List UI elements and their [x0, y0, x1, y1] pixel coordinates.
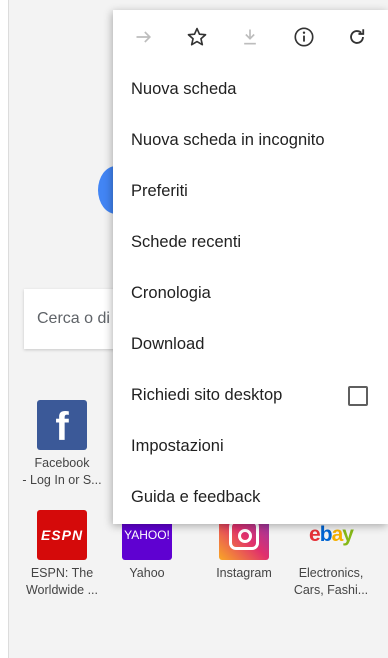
refresh-icon[interactable] [342, 22, 372, 52]
tile-label: Yahoo [129, 566, 165, 580]
tile-label: ESPN: The [30, 566, 94, 580]
menu-toolbar [113, 10, 388, 64]
menu-item-downloads[interactable]: Download [113, 319, 388, 370]
most-visited-tile-facebook[interactable]: f Facebook - Log In or S... [14, 400, 110, 489]
tile-label: - Log In or S... [22, 473, 102, 487]
menu-item-label: Cronologia [131, 284, 211, 302]
download-icon[interactable] [235, 22, 265, 52]
menu-item-label: Impostazioni [131, 437, 224, 455]
menu-item-request-desktop-site[interactable]: Richiedi sito desktop [113, 370, 388, 421]
yahoo-logo-text: YAHOO! [124, 528, 170, 542]
menu-item-new-incognito-tab[interactable]: Nuova scheda in incognito [113, 115, 388, 166]
menu-item-help-feedback[interactable]: Guida e feedback [113, 472, 388, 523]
menu-item-recent-tabs[interactable]: Schede recenti [113, 217, 388, 268]
facebook-icon: f [37, 400, 87, 450]
menu-item-new-tab[interactable]: Nuova scheda [113, 64, 388, 115]
star-icon[interactable] [182, 22, 212, 52]
info-icon[interactable] [289, 22, 319, 52]
espn-logo-text: ESPN [40, 527, 84, 543]
menu-item-label: Richiedi sito desktop [131, 386, 283, 404]
menu-item-history[interactable]: Cronologia [113, 268, 388, 319]
menu-item-settings[interactable]: Impostazioni [113, 421, 388, 472]
most-visited-tile-espn[interactable]: ESPN ESPN: The Worldwide ... [14, 510, 110, 599]
tile-label: Electronics, [298, 566, 364, 580]
menu-item-label: Download [131, 335, 205, 353]
tile-label: Instagram [216, 566, 272, 580]
menu-item-label: Schede recenti [131, 233, 242, 251]
menu-item-bookmarks[interactable]: Preferiti [113, 166, 388, 217]
forward-arrow-icon[interactable] [129, 22, 159, 52]
espn-icon: ESPN [37, 510, 87, 560]
menu-item-label: Nuova scheda in incognito [131, 131, 325, 149]
tile-label: Facebook [34, 456, 90, 470]
menu-item-label: Nuova scheda [131, 80, 237, 98]
tile-label: Worldwide ... [25, 583, 98, 597]
search-placeholder: Cerca o di [37, 310, 110, 327]
desktop-site-checkbox[interactable] [348, 385, 368, 406]
tile-label: Cars, Fashi... [293, 583, 369, 597]
overflow-menu: Nuova scheda Nuova scheda in incognito P… [113, 10, 388, 524]
menu-item-label: Guida e feedback [131, 488, 261, 506]
menu-item-label: Preferiti [131, 182, 188, 200]
